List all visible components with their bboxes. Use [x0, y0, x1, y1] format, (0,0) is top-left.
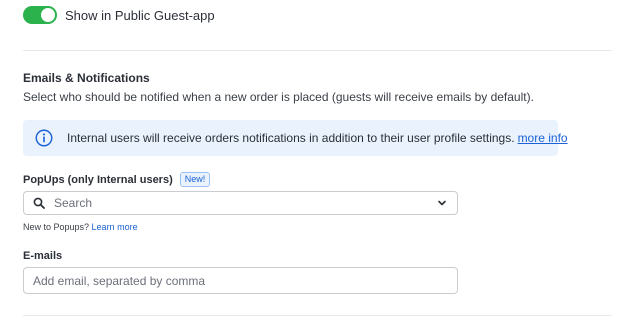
section-title: Emails & Notifications	[23, 71, 150, 85]
popups-label: PopUps (only Internal users)	[23, 173, 173, 186]
order-notifications-settings: Show in Public Guest-app Emails & Notifi…	[0, 0, 634, 328]
chevron-down-icon[interactable]	[437, 198, 447, 208]
popups-helper: New to Popups? Learn more	[23, 222, 138, 232]
info-circle-icon	[35, 129, 53, 147]
section-divider-top	[23, 50, 612, 51]
new-badge: New!	[179, 172, 211, 187]
toggle-knob	[41, 8, 55, 22]
learn-more-link[interactable]: Learn more	[92, 222, 138, 232]
emails-input[interactable]	[23, 267, 458, 294]
popups-select-placeholder: Search	[54, 196, 93, 210]
popups-helper-text: New to Popups?	[23, 222, 92, 232]
popups-user-select[interactable]: Search	[23, 191, 458, 215]
info-banner-text: Internal users will receive orders notif…	[67, 131, 568, 145]
section-divider-bottom	[23, 315, 612, 316]
section-description: Select who should be notified when a new…	[23, 90, 534, 104]
emails-label: E-mails	[23, 250, 63, 262]
popups-label-row: PopUps (only Internal users) New!	[23, 172, 211, 187]
info-banner-message: Internal users will receive orders notif…	[67, 131, 515, 145]
search-icon	[33, 197, 45, 209]
guest-app-toggle-label: Show in Public Guest-app	[65, 7, 215, 23]
guest-app-toggle-row: Show in Public Guest-app	[23, 6, 215, 24]
more-info-link[interactable]: more info	[518, 131, 568, 145]
info-banner: Internal users will receive orders notif…	[23, 120, 568, 156]
guest-app-toggle[interactable]	[23, 6, 57, 24]
